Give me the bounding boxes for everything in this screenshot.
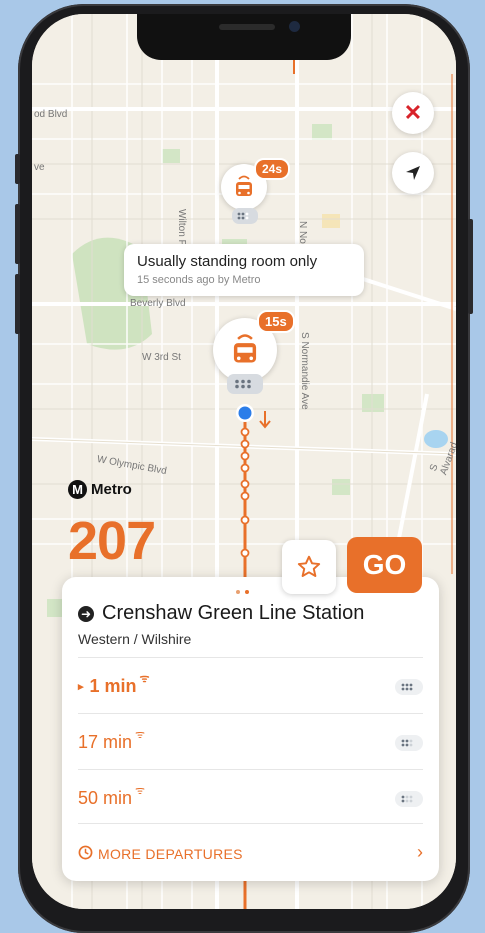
arrow-right-icon: ➜ (78, 605, 94, 622)
bus-marker-selected[interactable]: 15s (213, 310, 295, 394)
stop-name: Crenshaw Green Line Station (102, 602, 365, 624)
route-stop (240, 479, 250, 489)
star-icon (297, 555, 321, 577)
app-screen: od Blvd ve Wilton Pl N Norm Beverly Blvd… (32, 14, 456, 909)
realtime-signal-icon: ᯤ (139, 673, 150, 685)
departure-row[interactable]: 17 min ᯤ (78, 713, 423, 770)
route-stop (240, 451, 250, 461)
metro-logo-icon: M (68, 480, 87, 499)
agency-name: Metro (91, 481, 132, 498)
bus-eta-badge: 15s (257, 310, 295, 333)
more-departures-label: MORE DEPARTURES (98, 846, 243, 862)
crowding-tooltip: Usually standing room only 15 seconds ag… (124, 244, 364, 296)
stop-cross-street: Western / Wilshire (78, 631, 192, 647)
route-stop (240, 515, 250, 525)
phone-notch (137, 14, 351, 60)
bus-marker[interactable]: 24s (221, 158, 291, 224)
close-button[interactable]: ✕ (392, 92, 434, 134)
realtime-signal-icon: ᯤ (135, 729, 146, 741)
chevron-right-icon: › (417, 842, 423, 862)
street-label: od Blvd (34, 109, 68, 120)
occupancy-icon (232, 208, 258, 224)
park-area (312, 124, 332, 140)
street-label: ve (34, 162, 45, 173)
route-stop (240, 491, 250, 501)
route-stop (240, 439, 250, 449)
route-stop (240, 463, 250, 473)
departures-card: ➜ Crenshaw Green Line Station Western / … (62, 577, 439, 881)
clock-icon (78, 845, 93, 860)
park-area (332, 479, 350, 495)
route-stop (240, 427, 250, 437)
departure-time: 1 min (89, 676, 137, 696)
locate-me-button[interactable] (392, 152, 434, 194)
occupancy-icon (395, 735, 423, 751)
tooltip-title: Usually standing room only (137, 253, 318, 270)
favorite-button[interactable] (282, 540, 336, 594)
location-arrow-icon (406, 166, 420, 180)
park-area (322, 214, 340, 228)
route-stop (240, 548, 250, 558)
bus-icon (233, 334, 257, 363)
realtime-signal-icon: ᯤ (135, 785, 146, 797)
street-label: S Normandie Ave (299, 332, 310, 410)
more-departures-button[interactable]: MORE DEPARTURES › (78, 823, 423, 882)
street-label: Beverly Blvd (130, 298, 186, 309)
bus-eta-badge: 24s (254, 158, 291, 180)
current-indicator-icon: ▸ (78, 681, 84, 693)
agency-logo: M Metro (68, 480, 132, 499)
departure-row[interactable]: 50 min ᯤ (78, 769, 423, 826)
street-label: Wilton Pl (176, 209, 187, 249)
street-label: W 3rd St (142, 352, 181, 363)
stop-header[interactable]: ➜ Crenshaw Green Line Station (78, 602, 364, 625)
departure-time: 50 min (78, 788, 133, 808)
close-icon: ✕ (403, 100, 423, 125)
route-number: 207 (68, 511, 156, 571)
page-indicator (236, 590, 249, 594)
occupancy-icon (395, 679, 423, 695)
occupancy-icon (395, 791, 423, 807)
departure-row[interactable]: ▸ 1 min ᯤ (78, 657, 423, 714)
tooltip-subtitle: 15 seconds ago by Metro (137, 274, 261, 286)
go-button[interactable]: GO (347, 537, 422, 593)
bus-icon (236, 175, 252, 196)
park-area (162, 149, 180, 163)
occupancy-icon (227, 374, 263, 394)
departure-time: 17 min (78, 732, 133, 752)
